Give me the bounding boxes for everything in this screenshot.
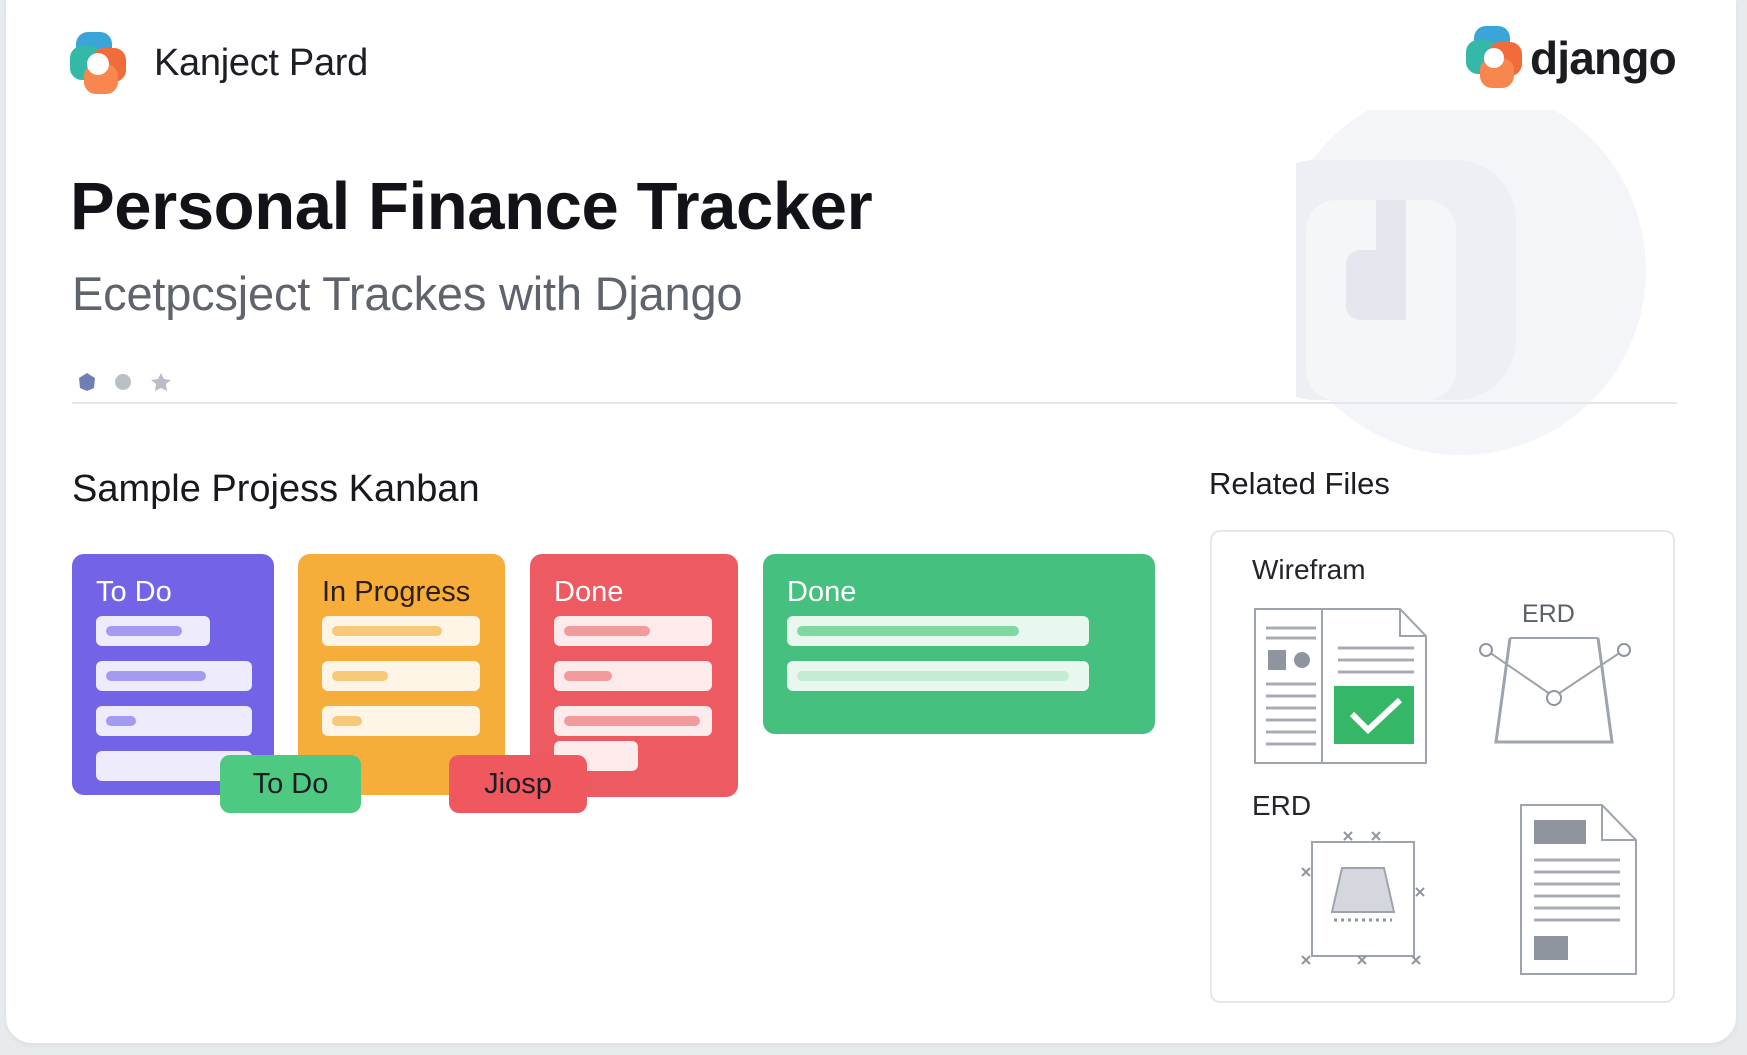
dot-icon[interactable] xyxy=(114,373,132,391)
column-label: In Progress xyxy=(322,576,471,608)
brand-logo-icon xyxy=(70,32,126,94)
django-logo-text: django xyxy=(1530,32,1677,84)
dot-active-icon[interactable] xyxy=(78,372,96,392)
file-label-erd: ERD xyxy=(1522,600,1575,628)
page-subtitle: Ecetpcsject Trackes with Django xyxy=(72,267,743,320)
kanban-card[interactable] xyxy=(554,616,712,646)
page-title: Personal Finance Tracker xyxy=(70,169,873,244)
column-label: Done xyxy=(787,576,857,608)
kanban-card[interactable] xyxy=(322,706,480,736)
erd-shape-icon[interactable] xyxy=(1300,830,1426,970)
brand-name: Kanject Pard xyxy=(154,41,368,84)
kanban-card[interactable] xyxy=(322,661,480,691)
django-logo-icon xyxy=(1466,26,1522,88)
kanban-card[interactable] xyxy=(96,616,210,646)
slide-indicator[interactable] xyxy=(78,372,172,392)
section-divider xyxy=(72,402,1677,404)
kanban-card[interactable] xyxy=(554,706,712,736)
file-label-erd-2: ERD xyxy=(1252,790,1312,821)
document-icon[interactable] xyxy=(1520,804,1638,976)
related-files-panel: Wirefram ERD ERD xyxy=(1210,530,1675,1003)
brand[interactable]: Kanject Pard xyxy=(68,30,368,96)
kanban-card[interactable] xyxy=(787,616,1089,646)
erd-diagram-icon[interactable] xyxy=(1474,632,1634,744)
kanban-heading: Sample Projess Kanban xyxy=(72,468,480,510)
django-logo: django xyxy=(1464,26,1677,90)
star-dot-icon[interactable] xyxy=(150,372,172,392)
kanban-card[interactable] xyxy=(554,661,712,691)
drag-tag-todo[interactable]: To Do xyxy=(220,755,361,813)
kanban-column-done-2[interactable]: Done xyxy=(763,554,1155,734)
related-files-heading: Related Files xyxy=(1209,466,1390,501)
kanban-card[interactable] xyxy=(96,661,252,691)
kanban-card[interactable] xyxy=(96,706,252,736)
drag-tag-jiosp[interactable]: Jiosp xyxy=(449,755,587,813)
django-watermark-icon xyxy=(1296,110,1646,455)
column-label: Done xyxy=(554,576,624,608)
wireframe-doc-icon[interactable] xyxy=(1254,608,1428,766)
kanban-card[interactable] xyxy=(787,661,1089,691)
main-card: Kanject Pard django Personal Finance Tra… xyxy=(6,0,1736,1043)
file-label-wireframe: Wirefram xyxy=(1252,554,1366,585)
kanban-card[interactable] xyxy=(322,616,480,646)
column-label: To Do xyxy=(96,576,172,608)
